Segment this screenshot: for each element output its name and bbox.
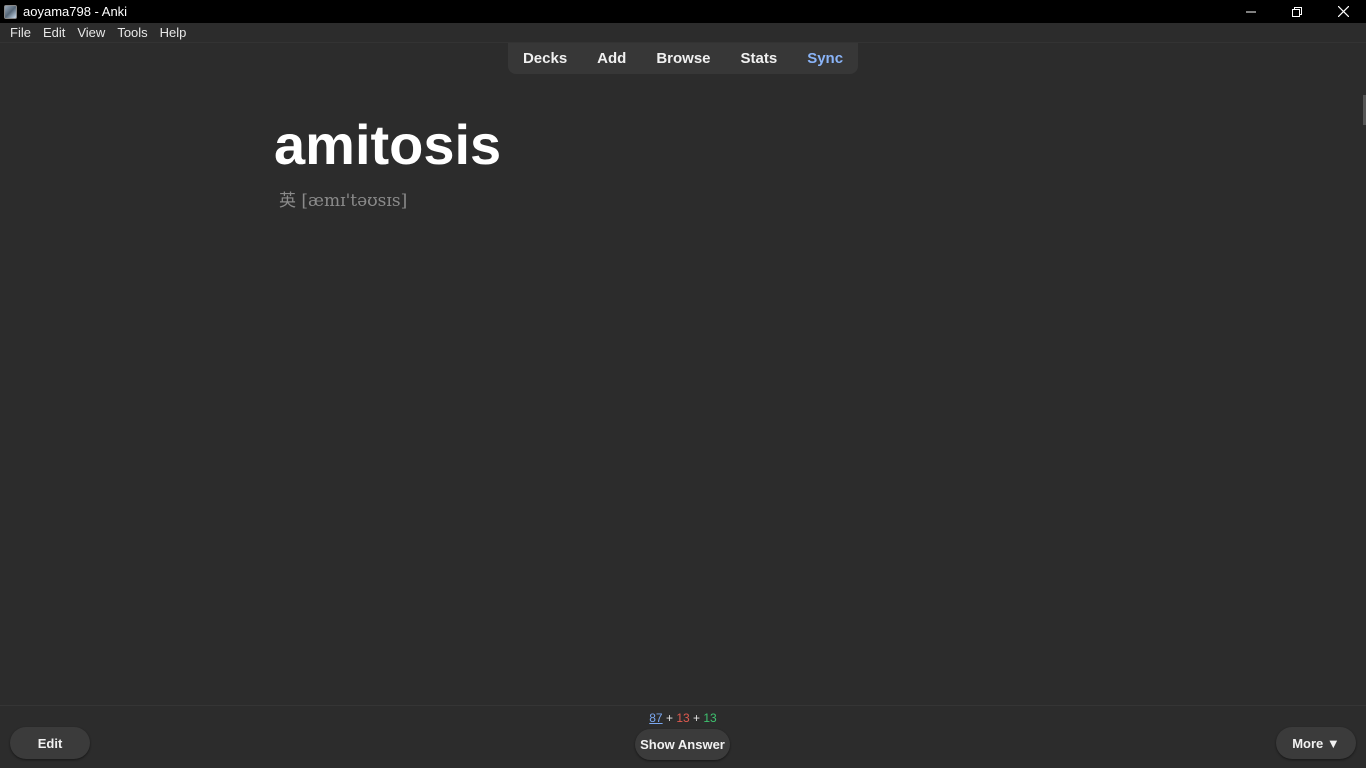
card-phonetic: 英 [æmɪ'təʊsɪs] — [279, 191, 408, 211]
edit-button[interactable]: Edit — [10, 727, 90, 759]
card-content: amitosis 英 [æmɪ'təʊsɪs] — [0, 74, 1362, 704]
toolbar-stats[interactable]: Stats — [726, 50, 793, 67]
card-word: amitosis — [274, 113, 502, 176]
minimize-icon — [1246, 11, 1256, 12]
menu-view[interactable]: View — [71, 25, 111, 40]
bottom-bar: 87 + 13 + 13 Edit Show Answer More ▼ — [0, 705, 1366, 768]
window-controls — [1228, 0, 1366, 23]
menu-file[interactable]: File — [4, 25, 37, 40]
toolbar-add[interactable]: Add — [582, 50, 641, 67]
close-icon — [1337, 6, 1349, 17]
card-scrollbar[interactable] — [1362, 43, 1366, 705]
menu-bar: File Edit View Tools Help — [0, 23, 1366, 43]
main-toolbar: Decks Add Browse Stats Sync — [508, 43, 858, 74]
restore-button[interactable] — [1274, 0, 1320, 23]
menu-tools[interactable]: Tools — [111, 25, 153, 40]
count-separator: + — [665, 711, 673, 725]
count-learning: 13 — [676, 711, 690, 725]
due-counts: 87 + 13 + 13 — [0, 711, 1366, 725]
toolbar-decks[interactable]: Decks — [508, 50, 582, 67]
toolbar-browse[interactable]: Browse — [641, 50, 725, 67]
menu-edit[interactable]: Edit — [37, 25, 71, 40]
show-answer-button[interactable]: Show Answer — [635, 729, 730, 760]
toolbar-sync[interactable]: Sync — [792, 50, 858, 67]
close-button[interactable] — [1320, 0, 1366, 23]
count-review: 13 — [703, 711, 717, 725]
anki-app-icon — [4, 4, 17, 19]
title-bar: aoyama798 - Anki — [0, 0, 1366, 23]
more-button[interactable]: More ▼ — [1276, 727, 1356, 759]
menu-help[interactable]: Help — [154, 25, 193, 40]
count-new[interactable]: 87 — [649, 711, 662, 725]
count-separator: + — [693, 711, 701, 725]
restore-icon — [1292, 6, 1302, 17]
minimize-button[interactable] — [1228, 0, 1274, 23]
window-title: aoyama798 - Anki — [23, 4, 128, 19]
